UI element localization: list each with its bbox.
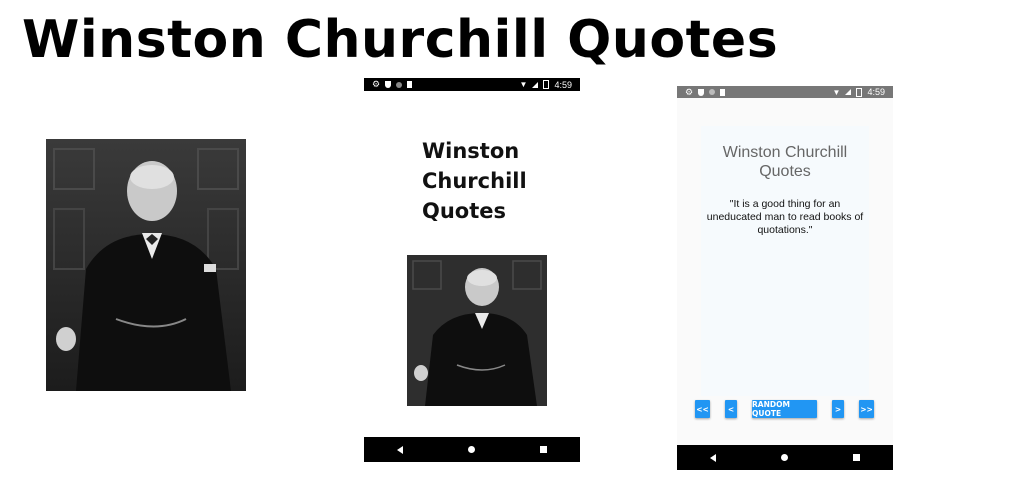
recents-icon[interactable] [540,446,548,453]
quote-text: "It is a good thing for an uneducated ma… [706,198,864,236]
app-title: Winston Churchill Quotes [422,136,562,226]
signal-icon [532,81,539,88]
phone-1-screenshot: ⚙ ▼ 4:59 Winston Churchill Quotes [364,78,580,462]
app-title-line: Quotes [422,199,507,223]
wifi-icon: ▼ [832,87,841,97]
recents-icon[interactable] [853,454,861,461]
home-icon[interactable] [467,446,475,453]
wifi-icon: ▼ [519,80,528,89]
app-title-line: Winston [422,139,520,163]
circle-icon [709,89,716,95]
status-bar: ⚙ ▼ 4:59 [677,86,893,98]
navigation-bar [677,445,893,470]
status-time: 4:59 [867,87,885,97]
first-quote-button[interactable]: << [695,400,710,418]
app-title: Winston Churchill Quotes [685,143,885,181]
next-quote-button[interactable]: > [832,400,844,418]
shield-icon [698,88,705,96]
back-icon[interactable] [396,445,403,454]
navigation-bar [364,437,580,462]
app-title-line: Quotes [759,163,811,180]
portrait-photo [407,255,547,406]
app-title-line: Churchill [422,169,527,193]
gear-icon: ⚙ [372,79,381,89]
previous-quote-button[interactable]: < [725,400,737,418]
app-title-line: Winston Churchill [722,144,848,161]
status-time: 4:59 [554,79,572,90]
random-quote-button[interactable]: RANDOM QUOTE [752,400,817,418]
battery-icon [543,80,550,89]
phone-2-screenshot: ⚙ ▼ 4:59 Winston Churchill Quotes "It is… [677,86,893,470]
signal-icon [845,89,852,95]
gear-icon: ⚙ [685,86,694,97]
sd-card-icon [720,88,726,96]
last-quote-button[interactable]: >> [859,400,874,418]
portrait-photo [46,139,246,391]
back-icon[interactable] [709,453,716,462]
status-bar: ⚙ ▼ 4:59 [364,78,580,91]
circle-icon [396,81,403,88]
battery-icon [856,87,863,97]
shield-icon [385,81,392,88]
page-title: Winston Churchill Quotes [22,10,779,70]
home-icon[interactable] [780,454,788,461]
sd-card-icon [407,81,413,88]
